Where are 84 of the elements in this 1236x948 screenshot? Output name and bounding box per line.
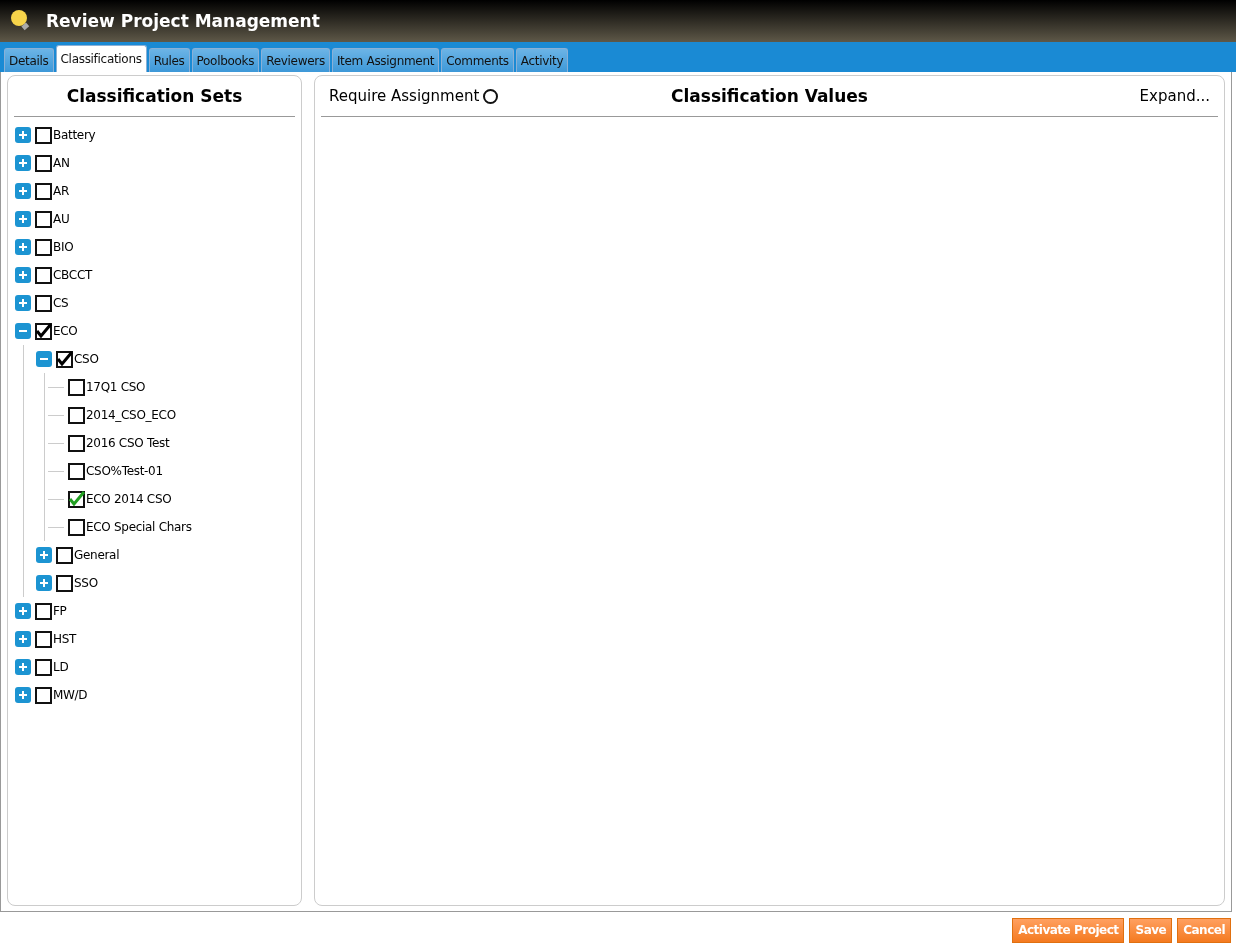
expand-button[interactable] xyxy=(15,295,31,311)
tree-item-label[interactable]: CBCCT xyxy=(53,268,92,282)
plus-icon xyxy=(37,576,51,590)
expand-button[interactable] xyxy=(15,211,31,227)
tree-item-label[interactable]: Battery xyxy=(53,128,96,142)
tree-item-label[interactable]: 2016 CSO Test xyxy=(86,436,170,450)
expand-button[interactable] xyxy=(15,687,31,703)
require-assignment-label: Require Assignment xyxy=(329,87,480,105)
panel-title: Classification Sets xyxy=(66,86,243,106)
tree-item-label[interactable]: MW/D xyxy=(53,688,88,702)
tab[interactable]: Comments xyxy=(441,48,514,72)
tab[interactable]: Reviewers xyxy=(261,48,330,72)
expand-button[interactable] xyxy=(15,631,31,647)
checkbox[interactable] xyxy=(35,602,52,620)
checkbox[interactable] xyxy=(68,378,85,396)
checkbox[interactable] xyxy=(68,462,85,480)
tree-item-label[interactable]: BIO xyxy=(53,240,74,254)
plus-icon xyxy=(16,296,30,310)
plus-icon xyxy=(16,212,30,226)
checkbox[interactable] xyxy=(68,490,85,508)
expand-button[interactable] xyxy=(15,659,31,675)
tree-item-label[interactable]: AR xyxy=(53,184,69,198)
expand-button[interactable] xyxy=(36,575,52,591)
plus-icon xyxy=(16,604,30,618)
tree-item-label[interactable]: AU xyxy=(53,212,70,226)
plus-icon xyxy=(16,688,30,702)
tree-item-label[interactable]: ECO 2014 CSO xyxy=(86,492,172,506)
checkbox[interactable] xyxy=(35,686,52,704)
checkbox[interactable] xyxy=(56,574,73,592)
tab[interactable]: Item Assignment xyxy=(331,48,440,72)
tree-item-label[interactable]: LD xyxy=(53,660,69,674)
checkbox[interactable] xyxy=(35,238,52,256)
tree-item-label[interactable]: FP xyxy=(53,604,67,618)
plus-icon xyxy=(37,548,51,562)
tree-item-label[interactable]: CS xyxy=(53,296,69,310)
tree-item-label[interactable]: 2014_CSO_ECO xyxy=(86,408,176,422)
collapse-button[interactable] xyxy=(36,351,52,367)
checkbox[interactable] xyxy=(56,546,73,564)
tree-item-label[interactable]: AN xyxy=(53,156,70,170)
expand-button[interactable] xyxy=(15,267,31,283)
checkbox[interactable] xyxy=(35,322,52,340)
tab[interactable]: Classifications xyxy=(55,45,147,72)
plus-icon xyxy=(16,240,30,254)
tree-item-label[interactable]: CSO%Test-01 xyxy=(86,464,163,478)
checkbox[interactable] xyxy=(35,210,52,228)
checkbox[interactable] xyxy=(68,434,85,452)
checkbox[interactable] xyxy=(35,182,52,200)
tree-item-label[interactable]: CSO xyxy=(74,352,99,366)
plus-icon xyxy=(16,268,30,282)
tree-item-label[interactable]: 17Q1 CSO xyxy=(86,380,146,394)
checkbox[interactable] xyxy=(35,126,52,144)
plus-icon xyxy=(16,632,30,646)
tree-item-label[interactable]: General xyxy=(74,548,120,562)
expand-link[interactable]: Expand... xyxy=(950,87,1210,105)
checkbox[interactable] xyxy=(35,658,52,676)
tree-item-label[interactable]: ECO Special Chars xyxy=(86,520,192,534)
plus-icon xyxy=(16,156,30,170)
checkbox[interactable] xyxy=(68,518,85,536)
checkbox[interactable] xyxy=(35,294,52,312)
plus-icon xyxy=(16,660,30,674)
window-title: Review Project Management xyxy=(46,11,320,31)
tree-item-label[interactable]: ECO xyxy=(53,324,78,338)
expand-button[interactable] xyxy=(15,239,31,255)
tab[interactable]: Rules xyxy=(148,48,190,72)
tree-item-label[interactable]: HST xyxy=(53,632,77,646)
tab[interactable]: Activity xyxy=(515,48,569,72)
checkbox[interactable] xyxy=(35,154,52,172)
expand-button[interactable] xyxy=(36,547,52,563)
plus-icon xyxy=(16,128,30,142)
plus-icon xyxy=(16,184,30,198)
expand-button[interactable] xyxy=(15,183,31,199)
tab[interactable]: Poolbooks xyxy=(191,48,260,72)
expand-button[interactable] xyxy=(15,155,31,171)
panel-title: Classification Values xyxy=(671,86,868,106)
radio-button[interactable] xyxy=(483,88,499,104)
expand-button[interactable] xyxy=(15,603,31,619)
tab[interactable]: Details xyxy=(4,48,54,72)
tree-item-label[interactable]: SSO xyxy=(74,576,98,590)
checkbox[interactable] xyxy=(35,266,52,284)
collapse-button[interactable] xyxy=(15,323,31,339)
checkbox[interactable] xyxy=(68,406,85,424)
checkbox[interactable] xyxy=(56,350,73,368)
expand-button[interactable] xyxy=(15,127,31,143)
checkbox[interactable] xyxy=(35,630,52,648)
